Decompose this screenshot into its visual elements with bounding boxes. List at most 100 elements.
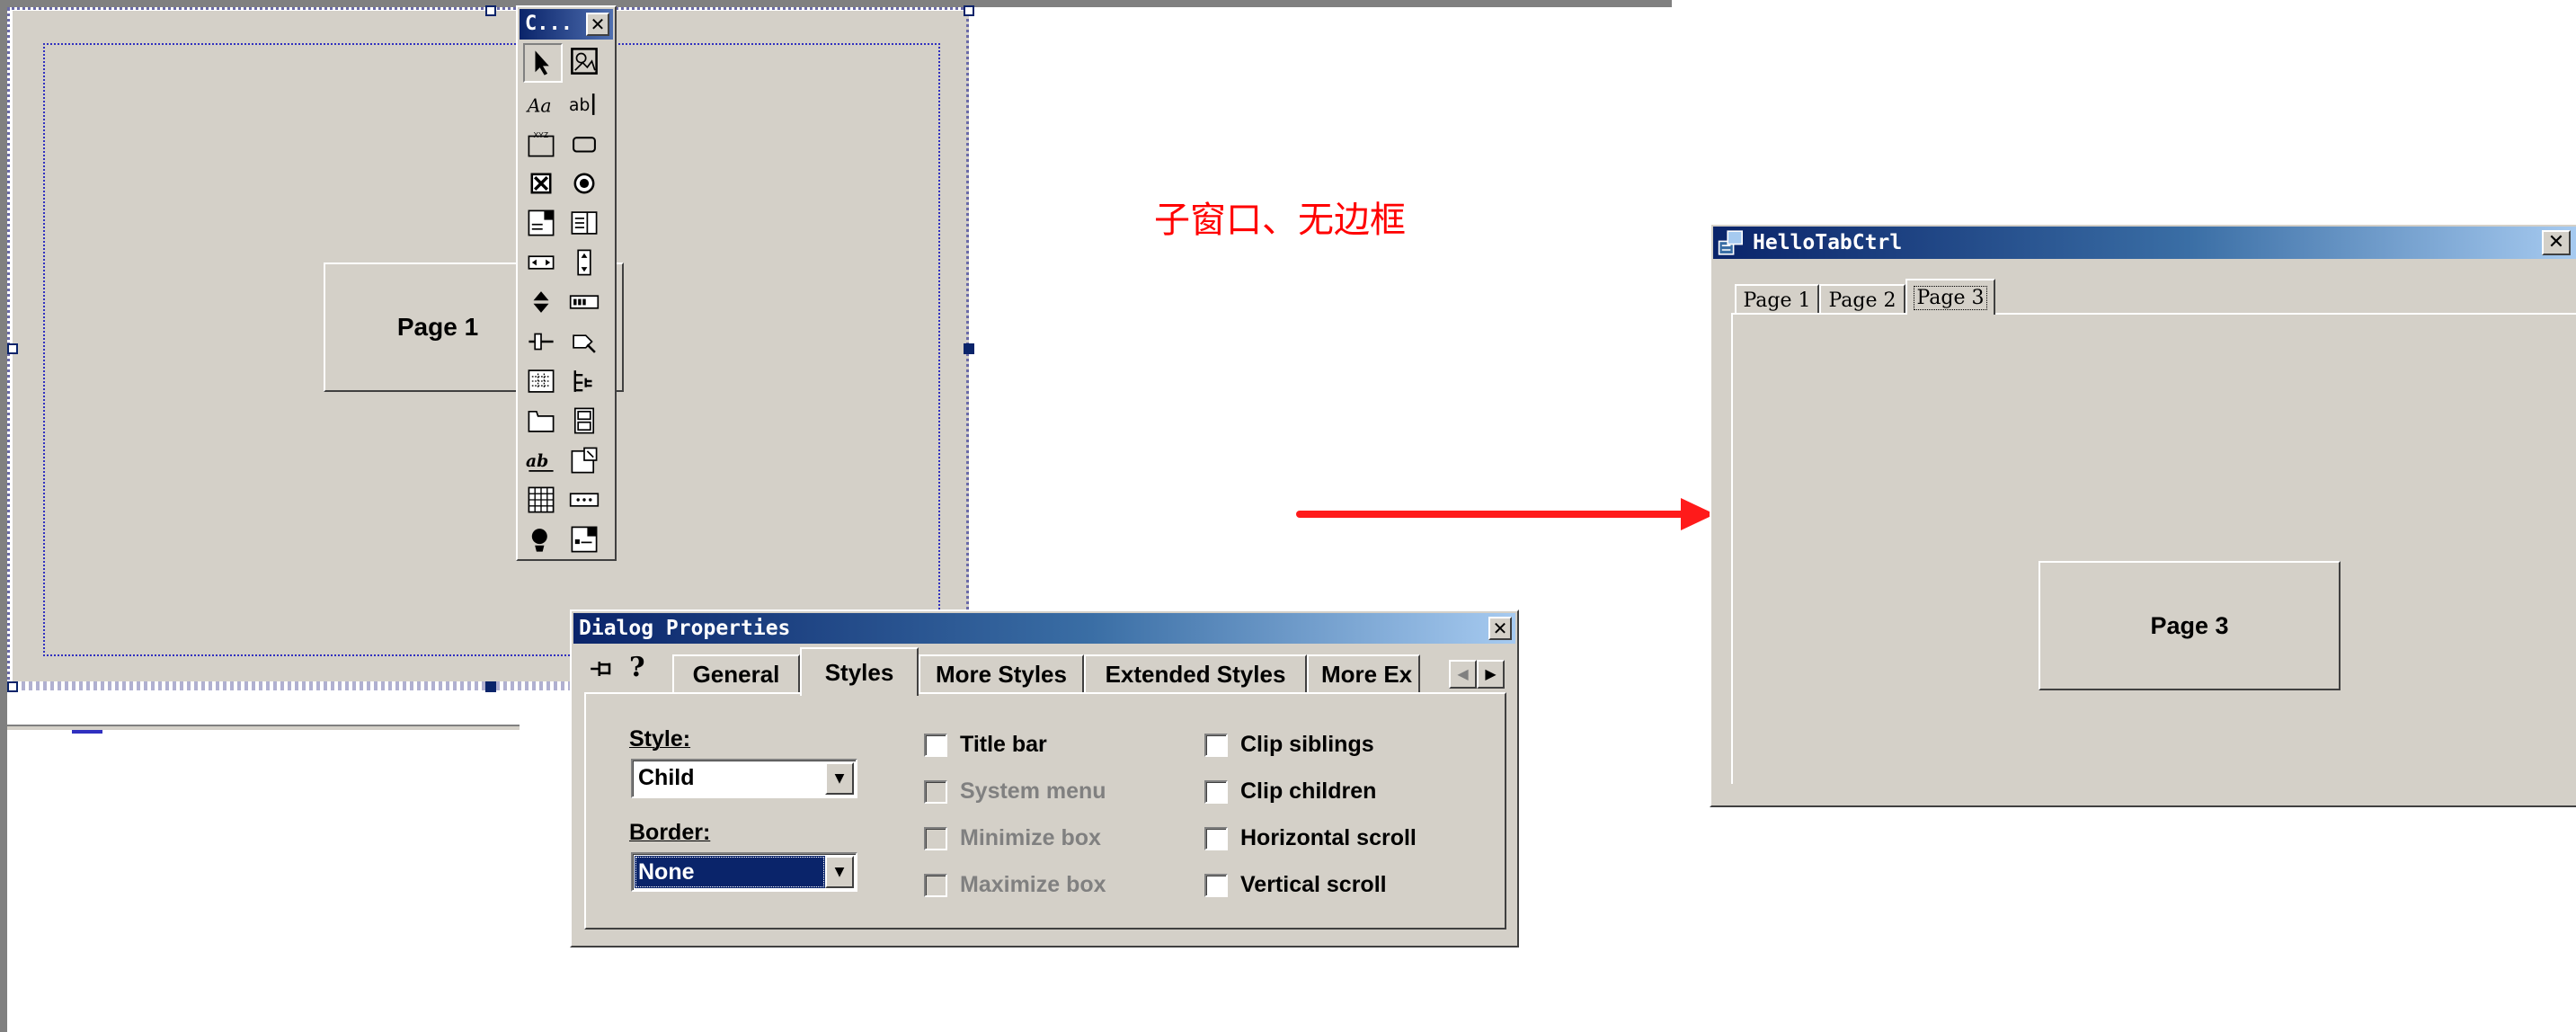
arrow-right-icon: [1296, 498, 1715, 530]
checkbox-maximize-box[interactable]: Maximize box: [924, 872, 1106, 898]
hello-tabctrl-title: HelloTabCtrl: [1753, 231, 1903, 254]
radio-button-icon[interactable]: [566, 165, 602, 201]
tab-page-1[interactable]: Page 1: [1735, 284, 1819, 315]
checkbox-box[interactable]: [924, 826, 947, 850]
tab-scroll-right-icon[interactable]: ▶: [1477, 660, 1505, 689]
tab-more-ex-label: More Ex: [1321, 660, 1413, 688]
checkbox-label: Clip siblings: [1240, 732, 1374, 757]
tab-page-2-label: Page 2: [1828, 289, 1896, 312]
tab-control-icon[interactable]: [523, 403, 559, 439]
chevron-down-icon[interactable]: ▼: [825, 762, 854, 795]
date-time-picker-icon[interactable]: [566, 442, 602, 478]
tab-general-label: General: [692, 660, 780, 688]
tab-scroll-arrows: ◀ ▶: [1449, 660, 1505, 689]
border-select[interactable]: None ▼: [631, 852, 857, 892]
checkbox-label: System menu: [960, 778, 1106, 804]
picture-icon[interactable]: [566, 43, 602, 79]
checkbox-system-menu[interactable]: System menu: [924, 778, 1106, 805]
tab-more-ex[interactable]: More Ex: [1307, 654, 1420, 692]
horizontal-scrollbar-icon[interactable]: [523, 245, 559, 280]
list-control-icon[interactable]: [523, 363, 559, 399]
page3-static-control: Page 3: [2039, 561, 2341, 690]
resize-handle[interactable]: [964, 5, 974, 16]
controls-toolbox-title: C...: [525, 13, 573, 35]
style-select[interactable]: Child ▼: [631, 759, 857, 798]
close-icon[interactable]: ✕: [2542, 230, 2571, 255]
extended-combo-icon[interactable]: [566, 521, 602, 557]
custom-control-icon[interactable]: [523, 521, 559, 557]
checkbox-clip-siblings[interactable]: Clip siblings: [1204, 732, 1374, 758]
svg-text:ab: ab: [526, 451, 548, 471]
resize-handle[interactable]: [485, 681, 496, 692]
close-icon[interactable]: ✕: [1488, 617, 1512, 640]
controls-toolbox[interactable]: C... ✕ Aa ab XYZ ab: [516, 5, 617, 561]
tab-page-3-label: Page 3: [1914, 285, 1987, 310]
checkbox-label: Clip children: [1240, 778, 1377, 804]
tab-more-styles-label: More Styles: [936, 660, 1067, 688]
resize-handle[interactable]: [964, 343, 974, 354]
annotation-text: 子窗口、无边框: [1154, 200, 1406, 241]
vertical-scrollbar-icon[interactable]: [566, 245, 602, 280]
checkbox-label: Minimize box: [960, 825, 1101, 850]
checkbox-title-bar[interactable]: Title bar: [924, 732, 1047, 758]
dialog-properties-titlebar[interactable]: Dialog Properties: [573, 613, 1515, 644]
progress-icon[interactable]: [566, 284, 602, 320]
checkbox-minimize-box[interactable]: Minimize box: [924, 825, 1101, 851]
checkbox-box[interactable]: [1204, 733, 1228, 757]
help-icon[interactable]: ?: [629, 653, 654, 683]
tab-more-styles[interactable]: More Styles: [919, 654, 1084, 692]
resize-handle[interactable]: [7, 681, 18, 692]
checkbox-box[interactable]: [924, 733, 947, 757]
static-text-icon[interactable]: Aa: [523, 86, 559, 122]
tab-page-3[interactable]: Page 3: [1905, 279, 1995, 315]
checkbox-icon[interactable]: [523, 165, 559, 201]
tree-control-icon[interactable]: [566, 363, 602, 399]
style-select-value: Child: [638, 765, 695, 790]
tab-scroll-left-icon[interactable]: ◀: [1449, 660, 1477, 689]
pushpin-icon[interactable]: [588, 654, 617, 683]
style-label: Style:: [629, 726, 691, 752]
tab-page-1-label: Page 1: [1743, 289, 1811, 312]
page1-label: Page 1: [396, 313, 479, 341]
tab-panel: [1731, 313, 2576, 784]
slider-icon[interactable]: [523, 324, 559, 360]
tab-general[interactable]: General: [672, 654, 800, 692]
checkbox-clip-children[interactable]: Clip children: [1204, 778, 1376, 805]
spin-icon[interactable]: [523, 284, 559, 320]
resize-handle[interactable]: [7, 343, 18, 354]
page3-label: Page 3: [2150, 611, 2229, 639]
pointer-icon[interactable]: [523, 43, 563, 83]
edit-box-icon[interactable]: ab: [566, 86, 602, 122]
svg-text:XYZ: XYZ: [534, 130, 549, 139]
checkbox-box[interactable]: [1204, 779, 1228, 804]
checkbox-box[interactable]: [1204, 826, 1228, 850]
close-icon[interactable]: ✕: [586, 13, 609, 36]
tab-page-2[interactable]: Page 2: [1819, 284, 1905, 315]
hello-tabctrl-titlebar[interactable]: HelloTabCtrl: [1713, 227, 2576, 259]
button-icon[interactable]: [566, 126, 602, 162]
svg-text:Aa: Aa: [526, 95, 552, 117]
checkbox-box[interactable]: [924, 873, 947, 897]
hello-tabctrl-window[interactable]: HelloTabCtrl ✕ Page 1 Page 2 Page 3 Page…: [1710, 223, 2576, 807]
toolbox-grid: Aa ab XYZ ab: [523, 43, 611, 557]
combo-box-icon[interactable]: [523, 205, 559, 241]
chevron-down-icon[interactable]: ▼: [825, 856, 854, 888]
animate-icon[interactable]: [566, 403, 602, 439]
list-box-icon[interactable]: [566, 205, 602, 241]
resource-editor-left-line: [0, 0, 7, 1032]
month-calendar-icon[interactable]: [523, 482, 559, 518]
checkbox-horizontal-scroll[interactable]: Horizontal scroll: [1204, 825, 1417, 851]
tab-extended-styles-label: Extended Styles: [1105, 660, 1286, 688]
hotkey-icon[interactable]: [566, 324, 602, 360]
resize-handle[interactable]: [485, 5, 496, 16]
checkbox-box[interactable]: [924, 779, 947, 804]
dialog-properties-window[interactable]: Dialog Properties ✕ ? General Styles Mor…: [570, 609, 1519, 947]
rich-edit-icon[interactable]: ab: [523, 442, 559, 478]
tab-extended-styles[interactable]: Extended Styles: [1084, 654, 1307, 692]
group-box-icon[interactable]: XYZ: [523, 126, 559, 162]
svg-text:ab: ab: [569, 96, 590, 115]
tab-styles[interactable]: Styles: [800, 647, 919, 696]
checkbox-box[interactable]: [1204, 873, 1228, 897]
checkbox-vertical-scroll[interactable]: Vertical scroll: [1204, 872, 1387, 898]
ip-address-icon[interactable]: [566, 482, 602, 518]
